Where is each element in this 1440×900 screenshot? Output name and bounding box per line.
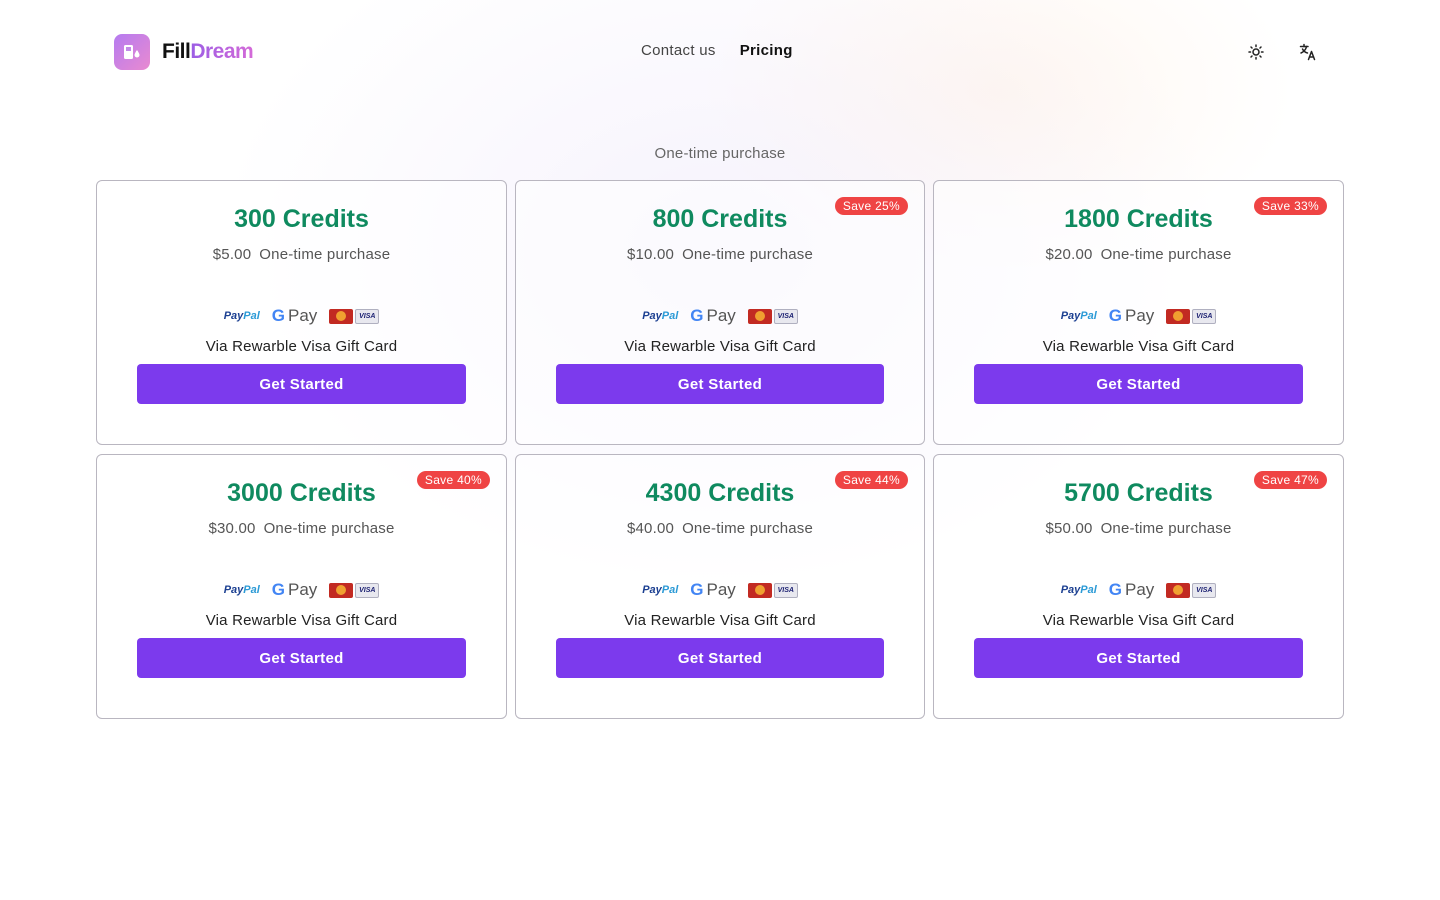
google-pay-logo-icon: G Pay	[271, 306, 318, 325]
visa-logo-icon: VISA	[355, 582, 380, 598]
payment-methods: Pay Pal G Pay VISA	[934, 306, 1343, 326]
plan-purchase-type: One-time purchase	[682, 246, 814, 263]
paypal-logo-icon: Pay Pal	[1060, 310, 1097, 322]
google-pay-logo-icon: G Pay	[690, 306, 736, 325]
mastercard-logo-icon	[329, 308, 354, 324]
plan-purchase-type: One-time purchase	[1100, 246, 1232, 263]
plan-price-row: $20.00 One-time purchase	[934, 246, 1343, 263]
google-pay-logo-icon: G Pay	[690, 580, 736, 599]
payment-via-text: Via Rewarble Visa Gift Card	[205, 338, 398, 355]
brand-logo[interactable]: FillDream	[114, 34, 254, 70]
plan-card: Save 33% 1800 Credits $20.00 One-time pur…	[933, 180, 1344, 445]
plan-price: $10.00	[626, 246, 675, 263]
pricing-grid: 300 Credits $5.00 One-time purchase Pay Pa…	[96, 180, 1344, 719]
plan-credits: 800 Credits	[652, 205, 788, 233]
plan-credits: 300 Credits	[234, 205, 369, 233]
visa-logo-icon: VISA	[773, 308, 798, 324]
paypal-logo-icon: Pay Pal	[642, 310, 679, 322]
get-started-button[interactable]: Get Started	[137, 364, 466, 404]
plan-card: Save 47% 5700 Credits $50.00 One-time pur…	[933, 454, 1344, 719]
payment-methods: Pay Pal G Pay VISA	[516, 580, 924, 600]
plan-price-row: $30.00 One-time purchase	[97, 520, 506, 537]
plan-price-row: $50.00 One-time purchase	[934, 520, 1343, 537]
payment-methods: Pay Pal G Pay VISA	[97, 580, 506, 600]
visa-logo-icon: VISA	[1192, 308, 1217, 324]
sun-icon	[1248, 44, 1264, 60]
visa-logo-icon: VISA	[355, 308, 380, 324]
mastercard-logo-icon	[1166, 582, 1191, 598]
payment-via-text: Via Rewarble Visa Gift Card	[205, 612, 398, 629]
google-pay-logo-icon: G Pay	[1108, 580, 1155, 599]
plan-price-row: $5.00 One-time purchase	[97, 246, 506, 263]
google-pay-logo-icon: G Pay	[271, 580, 318, 599]
payment-via-text: Via Rewarble Visa Gift Card	[1042, 338, 1235, 355]
get-started-button[interactable]: Get Started	[556, 638, 884, 678]
mastercard-logo-icon	[1166, 308, 1191, 324]
card-logos: VISA	[747, 308, 798, 324]
visa-logo-icon: VISA	[1192, 582, 1217, 598]
nav-contact-us[interactable]: Contact us	[641, 42, 716, 59]
mastercard-logo-icon	[329, 582, 354, 598]
card-logos: VISA	[1166, 582, 1217, 598]
get-started-button[interactable]: Get Started	[974, 638, 1303, 678]
theme-toggle-button[interactable]	[1242, 38, 1270, 66]
plan-credits: 4300 Credits	[645, 479, 795, 507]
plan-purchase-type: One-time purchase	[682, 520, 814, 537]
google-pay-logo-icon: G Pay	[1108, 306, 1155, 325]
plan-card: Save 44% 4300 Credits $40.00 One-time pur…	[515, 454, 925, 719]
nav-pricing[interactable]: Pricing	[740, 42, 793, 59]
fuel-pump-icon	[114, 34, 150, 70]
payment-via-text: Via Rewarble Visa Gift Card	[1042, 612, 1235, 629]
plan-price: $30.00	[208, 520, 256, 537]
plan-purchase-type: One-time purchase	[263, 520, 395, 537]
plan-purchase-type: One-time purchase	[259, 246, 391, 263]
plan-price: $40.00	[626, 520, 675, 537]
brand-name-part1: Fill	[162, 40, 191, 63]
plan-credits: 3000 Credits	[227, 479, 376, 507]
paypal-logo-icon: Pay Pal	[642, 584, 679, 596]
plan-credits: 5700 Credits	[1064, 479, 1213, 507]
payment-via-text: Via Rewarble Visa Gift Card	[624, 612, 816, 629]
get-started-button[interactable]: Get Started	[974, 364, 1303, 404]
pricing-subtitle: One-time purchase	[654, 145, 786, 162]
translate-icon	[1299, 43, 1316, 61]
paypal-logo-icon: Pay Pal	[223, 310, 260, 322]
paypal-logo-icon: Pay Pal	[1060, 584, 1097, 596]
paypal-logo-icon: Pay Pal	[223, 584, 260, 596]
plan-price: $50.00	[1045, 520, 1093, 537]
plan-purchase-type: One-time purchase	[1100, 520, 1232, 537]
card-logos: VISA	[329, 582, 380, 598]
mastercard-logo-icon	[747, 308, 772, 324]
payment-methods: Pay Pal G Pay VISA	[934, 580, 1343, 600]
plan-price-row: $10.00 One-time purchase	[516, 246, 924, 263]
plan-card: 300 Credits $5.00 One-time purchase Pay Pa…	[96, 180, 507, 445]
language-button[interactable]	[1294, 38, 1322, 66]
visa-logo-icon: VISA	[773, 582, 798, 598]
plan-card: Save 40% 3000 Credits $30.00 One-time pur…	[96, 454, 507, 719]
payment-methods: Pay Pal G Pay VISA	[516, 306, 924, 326]
plan-credits: 1800 Credits	[1064, 205, 1213, 233]
plan-price: $5.00	[212, 246, 252, 263]
card-logos: VISA	[1166, 308, 1217, 324]
brand-name-part2: Dream	[190, 40, 254, 63]
plan-price-row: $40.00 One-time purchase	[516, 520, 924, 537]
card-logos: VISA	[329, 308, 380, 324]
main-nav: Contact us Pricing	[641, 42, 793, 59]
payment-via-text: Via Rewarble Visa Gift Card	[624, 338, 816, 355]
mastercard-logo-icon	[747, 582, 772, 598]
plan-price: $20.00	[1045, 246, 1093, 263]
get-started-button[interactable]: Get Started	[556, 364, 884, 404]
site-header: FillDream Contact us Pricing	[0, 0, 1440, 104]
payment-methods: Pay Pal G Pay VISA	[97, 306, 506, 326]
brand-name: FillDream	[162, 40, 254, 64]
card-logos: VISA	[747, 582, 798, 598]
plan-card: Save 25% 800 Credits $10.00 One-time purc…	[515, 180, 925, 445]
get-started-button[interactable]: Get Started	[137, 638, 466, 678]
